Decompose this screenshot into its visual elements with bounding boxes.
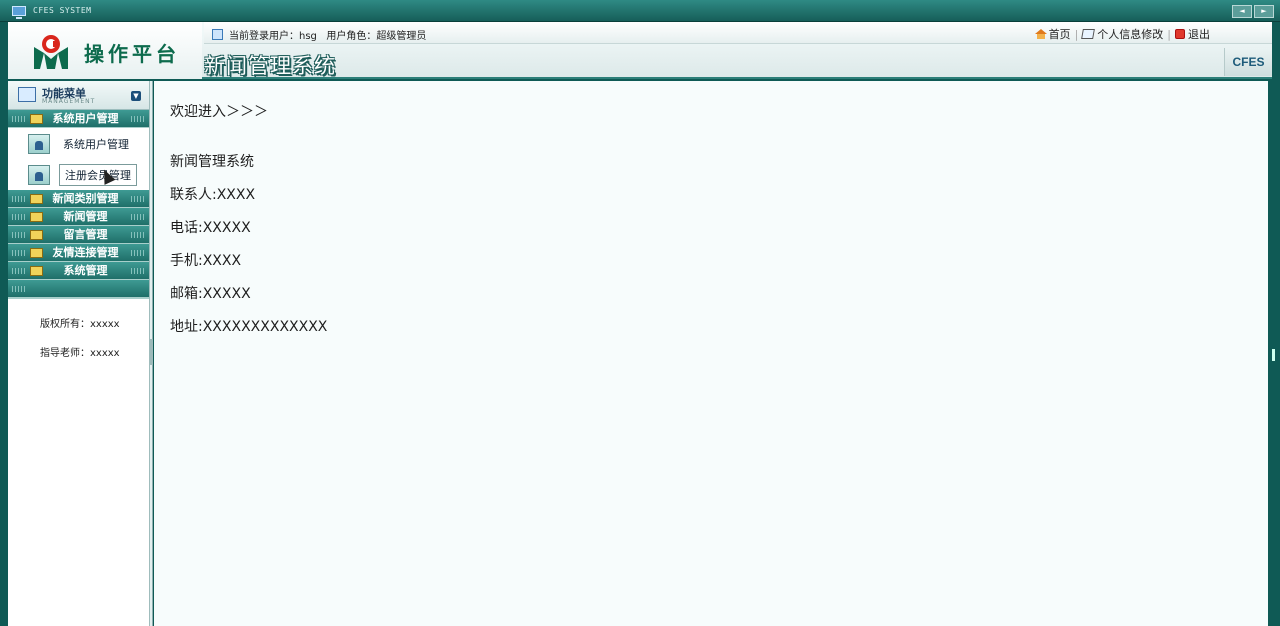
menu-header: 功能菜单 MANAGEMENT ▼: [8, 81, 149, 110]
decor-ticks: [12, 116, 26, 122]
link-separator: |: [1074, 27, 1079, 41]
home-link[interactable]: 首页: [1034, 26, 1071, 42]
sidebar-item-members[interactable]: 注册会员管理: [8, 159, 149, 190]
monitor-icon: [12, 6, 26, 19]
window-nav: ◄ ►: [1232, 5, 1274, 18]
folder-icon: [30, 248, 43, 258]
right-rail: [1268, 81, 1280, 626]
decor-ticks: [131, 232, 145, 238]
decor-ticks: [131, 250, 145, 256]
user-card-icon: [28, 134, 50, 154]
system-name-text: 新闻管理系统: [170, 154, 254, 170]
decor-ticks: [131, 214, 145, 220]
group-system[interactable]: 系统管理: [8, 262, 149, 280]
group-messages[interactable]: 留言管理: [8, 226, 149, 244]
logo-text: 操作平台: [84, 42, 180, 66]
logout-link[interactable]: 退出: [1175, 26, 1210, 42]
decor-ticks: [131, 196, 145, 202]
home-icon: [1034, 29, 1047, 39]
decor-ticks: [12, 268, 26, 274]
email-text: 邮箱:XXXXX: [170, 286, 251, 302]
home-link-label: 首页: [1048, 28, 1071, 41]
profile-link-label: 个人信息修改: [1097, 28, 1164, 41]
group-label: 新闻类别管理: [52, 192, 119, 205]
folder-icon: [30, 114, 43, 124]
decor-ticks: [12, 232, 26, 238]
link-separator: |: [1167, 27, 1171, 41]
advisor-text: 指导老师：xxxxx: [40, 348, 120, 359]
group-label: 留言管理: [63, 228, 108, 241]
phone-text: 电话:XXXXX: [170, 220, 251, 236]
sidebar-item-system-users[interactable]: 系统用户管理: [8, 128, 149, 159]
profile-link[interactable]: 个人信息修改: [1081, 26, 1164, 42]
bank-logo-icon: [34, 35, 68, 69]
cfes-badge: CFES: [1224, 48, 1272, 76]
document-icon: [212, 29, 223, 40]
mobile-text: 手机:XXXX: [170, 253, 242, 269]
copyright-text: 版权所有：xxxxx: [40, 319, 120, 330]
contact-text: 联系人:XXXX: [170, 187, 256, 203]
logout-link-label: 退出: [1188, 28, 1210, 41]
exit-icon: [1175, 29, 1185, 39]
group-news-category[interactable]: 新闻类别管理: [8, 190, 149, 208]
decor-ticks: [12, 214, 26, 220]
menu-icon: [18, 87, 36, 102]
app-header: 操作平台 当前登录用户：hsg 用户角色：超级管理员 首页 | 个人信息修改 |…: [8, 22, 1272, 79]
folder-icon: [30, 230, 43, 240]
sidebar-item-label: 注册会员管理: [59, 163, 137, 186]
sidebar: 功能菜单 MANAGEMENT ▼ 系统用户管理 系统用户管理 注册会员管理 新…: [8, 81, 150, 626]
window-title: CFES SYSTEM: [33, 6, 92, 15]
nav-next-button[interactable]: ►: [1254, 5, 1274, 18]
welcome-text: 欢迎进入＞＞＞: [170, 104, 268, 120]
header-links: 首页 | 个人信息修改 | 退出: [1034, 26, 1210, 42]
user-info-text: 当前登录用户：hsg 用户角色：超级管理员: [229, 31, 427, 42]
group-links[interactable]: 友情连接管理: [8, 244, 149, 262]
edit-icon: [1081, 29, 1096, 39]
decor-ticks: [131, 268, 145, 274]
main-content: 欢迎进入＞＞＞ 新闻管理系统 联系人:XXXX 电话:XXXXX 手机:XXXX…: [154, 81, 1268, 626]
decor-ticks: [12, 196, 26, 202]
window-titlebar: CFES SYSTEM ◄ ►: [0, 0, 1280, 22]
folder-icon: [30, 266, 43, 276]
group-news[interactable]: 新闻管理: [8, 208, 149, 226]
logo-area: 操作平台: [8, 22, 202, 79]
group-label: 友情连接管理: [52, 246, 119, 259]
user-info: 当前登录用户：hsg 用户角色：超级管理员: [212, 27, 426, 42]
folder-icon: [30, 194, 43, 204]
collapse-icon[interactable]: ▼: [131, 91, 141, 101]
decor-ticks: [12, 250, 26, 256]
nav-prev-button[interactable]: ◄: [1232, 5, 1252, 18]
group-label: 新闻管理: [63, 210, 108, 223]
user-card-icon: [28, 165, 50, 185]
sidebar-item-label: 系统用户管理: [63, 137, 129, 151]
user-bar: 当前登录用户：hsg 用户角色：超级管理员 首页 | 个人信息修改 | 退出: [204, 22, 1272, 44]
group-label: 系统用户管理: [52, 112, 119, 125]
group-system-users[interactable]: 系统用户管理: [8, 110, 149, 128]
decor-ticks: [131, 116, 145, 122]
menu-subtitle: MANAGEMENT: [42, 98, 96, 105]
splitter-handle[interactable]: [150, 81, 153, 626]
folder-icon: [30, 212, 43, 222]
group-label: 系统管理: [63, 264, 108, 277]
address-text: 地址:XXXXXXXXXXXXX: [170, 319, 328, 335]
system-title: 新闻管理系统: [204, 54, 336, 78]
decor-ticks: [12, 286, 26, 292]
menu-footer-bar: [8, 280, 149, 299]
